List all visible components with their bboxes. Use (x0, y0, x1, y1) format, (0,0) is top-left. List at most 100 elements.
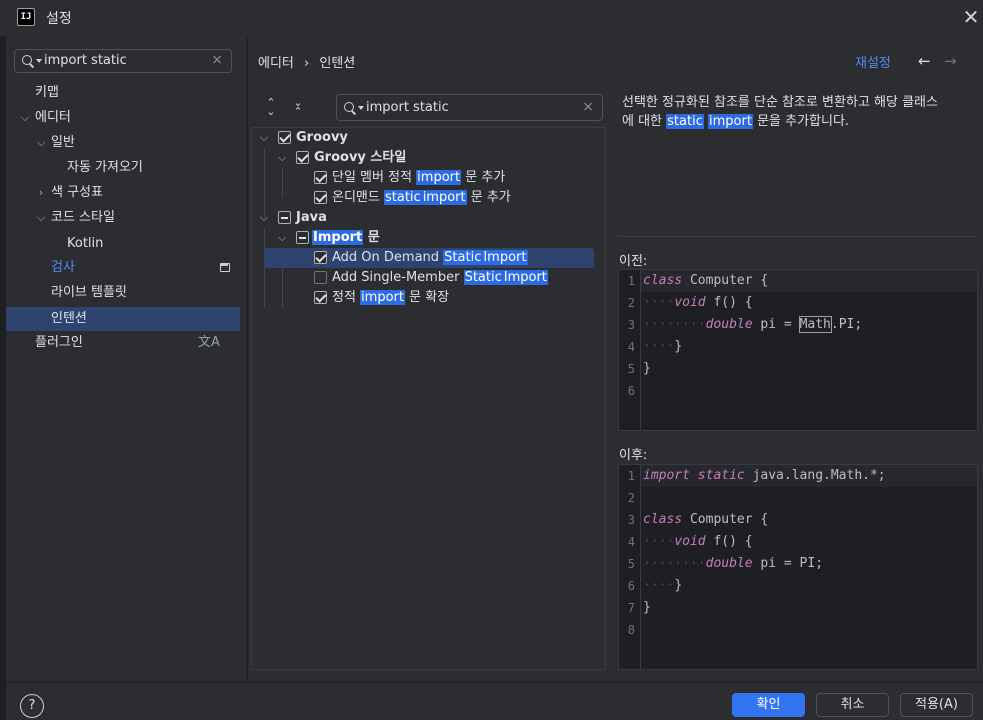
ok-button[interactable]: 확인 (732, 693, 805, 717)
tree-row-add-on-demand-static-import[interactable]: Add On Demand Static Import (264, 248, 594, 268)
line-number: 6 (627, 579, 635, 593)
line-number: 6 (627, 384, 635, 398)
forward-arrow-icon: → (944, 52, 957, 70)
nav-item-auto-import[interactable]: 자동 가져오기 (6, 156, 240, 180)
intention-search-field[interactable]: import static × (336, 94, 603, 121)
breadcrumb-separator: › (304, 56, 310, 71)
nav-item-label: 에디터 (35, 110, 71, 125)
tree-row-expand-static-import[interactable]: 정적 import 문 확장 (252, 288, 605, 308)
reset-link[interactable]: 재설정 (855, 52, 891, 71)
panel-divider[interactable] (247, 36, 248, 682)
tree-row-single-member-static-import[interactable]: 단일 멤버 정적 import 문 추가 (252, 168, 605, 188)
nav-item-label: 코드 스타일 (51, 210, 115, 225)
description-divider (618, 236, 978, 237)
line-number: 2 (627, 296, 635, 310)
groovy-checkbox[interactable] (278, 131, 291, 144)
intention-search-value: import static (366, 100, 449, 115)
before-code-preview: 1 2 3 4 5 6 class Computer { ····void f(… (618, 269, 978, 431)
tree-row-label: 단일 멤버 정적 import 문 추가 (332, 170, 506, 185)
nav-item-general[interactable]: ⌵ 일반 (6, 131, 240, 155)
tree-row-label: Add Single-Member Static Import (332, 270, 548, 285)
after-code-preview: 1 2 3 4 5 6 7 8 import static java.lang.… (618, 464, 978, 670)
tree-row-on-demand-static-import[interactable]: 온디맨드 static import 문 추가 (252, 188, 605, 208)
search-history-dropdown-icon[interactable] (358, 106, 364, 110)
chevron-down-icon[interactable]: ⌵ (34, 206, 48, 230)
search-history-dropdown-icon[interactable] (36, 59, 42, 63)
code-line: ········double pi = Math.PI; (643, 316, 863, 333)
tree-row-label: Groovy 스타일 (314, 150, 407, 165)
tree-row-label: Java (296, 210, 327, 225)
cancel-button[interactable]: 취소 (816, 693, 889, 717)
nav-item-label: Kotlin (67, 236, 104, 251)
close-window-button[interactable]: ✕ (960, 7, 982, 29)
nav-item-code-style[interactable]: ⌵ 코드 스타일 (6, 206, 240, 230)
chevron-down-icon[interactable]: ⌵ (258, 208, 270, 228)
on-demand-checkbox[interactable] (314, 191, 327, 204)
line-number: 3 (627, 318, 635, 332)
tree-row-label: 정적 import 문 확장 (332, 290, 450, 305)
clear-search-icon[interactable]: × (582, 99, 594, 115)
chevron-down-icon[interactable]: ⌵ (276, 148, 288, 168)
line-number: 1 (627, 274, 635, 288)
nav-item-kotlin[interactable]: Kotlin (6, 232, 240, 256)
settings-search-value: import static (44, 53, 127, 68)
breadcrumb-parent[interactable]: 에디터 (258, 56, 294, 71)
code-line: ····} (643, 339, 683, 354)
chevron-right-icon[interactable]: › (34, 181, 48, 205)
intellij-app-icon: IJ (17, 8, 35, 26)
import-statement-checkbox[interactable] (296, 231, 309, 244)
nav-item-live-templates[interactable]: 라이브 템플릿 (6, 281, 240, 305)
add-on-demand-checkbox[interactable] (314, 251, 327, 264)
chevron-down-icon[interactable]: ⌵ (276, 228, 288, 248)
clear-search-icon[interactable]: × (211, 52, 223, 68)
line-number: 1 (627, 469, 635, 483)
chevron-down-icon[interactable]: ⌵ (34, 131, 48, 155)
code-line: ········double pi = PI; (643, 556, 824, 571)
intentions-tree: ⌵ Groovy ⌵ Groovy 스타일 단일 멤버 정적 import 문 … (251, 127, 606, 670)
java-checkbox[interactable] (278, 211, 291, 224)
single-member-checkbox[interactable] (314, 171, 327, 184)
description-line: 선택한 정규화된 참조를 단순 참조로 변환하고 해당 클래스 (622, 95, 938, 110)
project-scope-icon (220, 263, 230, 272)
tree-row-add-single-member-static-import[interactable]: Add Single-Member Static Import (252, 268, 605, 288)
line-number: 7 (627, 601, 635, 615)
code-line: } (643, 361, 651, 376)
expand-all-icon[interactable]: ⌃ ⌄ (263, 97, 279, 117)
nav-item-label: 자동 가져오기 (67, 160, 143, 175)
line-number: 3 (627, 513, 635, 527)
nav-item-inspections[interactable]: 검사 (6, 256, 240, 280)
apply-button[interactable]: 적용(A) (900, 693, 973, 717)
nav-item-editor[interactable]: ⌵ 에디터 (6, 106, 240, 130)
title-bar (0, 0, 983, 36)
tree-row-java[interactable]: ⌵ Java (252, 208, 605, 228)
tree-row-label: Groovy (296, 130, 348, 145)
nav-item-label: 색 구성표 (51, 185, 103, 200)
translate-icon: 文A (198, 335, 220, 350)
line-number: 4 (627, 535, 635, 549)
code-line: import static java.lang.Math.*; (641, 465, 977, 487)
tree-row-groovy[interactable]: ⌵ Groovy (252, 128, 605, 148)
tree-row-label: 온디맨드 static import 문 추가 (332, 190, 511, 205)
footer-divider (0, 682, 983, 683)
collapse-all-icon[interactable]: ⌄ ⌃ (290, 97, 306, 117)
settings-search-field[interactable]: import static × (14, 49, 232, 73)
chevron-down-icon[interactable]: ⌵ (258, 128, 270, 148)
line-number: 5 (627, 557, 635, 571)
back-arrow-icon[interactable]: ← (918, 52, 931, 70)
code-line: ····} (643, 578, 683, 593)
search-icon (343, 101, 357, 115)
search-icon (21, 54, 35, 68)
before-label: 이전: (619, 254, 648, 269)
nav-item-intentions[interactable]: 인텐션 (6, 307, 240, 331)
expand-static-import-checkbox[interactable] (314, 291, 327, 304)
nav-item-keymap[interactable]: 키맵 (6, 81, 240, 105)
groovy-style-checkbox[interactable] (296, 151, 309, 164)
nav-item-label: 검사 (51, 260, 75, 275)
help-button[interactable]: ? (20, 694, 44, 718)
tree-row-import-statement[interactable]: ⌵ Import 문 (252, 228, 605, 248)
chevron-down-icon[interactable]: ⌵ (18, 106, 32, 130)
tree-row-groovy-style[interactable]: ⌵ Groovy 스타일 (252, 148, 605, 168)
nav-item-plugins[interactable]: 플러그인 文A (6, 331, 240, 355)
nav-item-color-scheme[interactable]: › 색 구성표 (6, 181, 240, 205)
add-single-member-checkbox[interactable] (314, 271, 327, 284)
